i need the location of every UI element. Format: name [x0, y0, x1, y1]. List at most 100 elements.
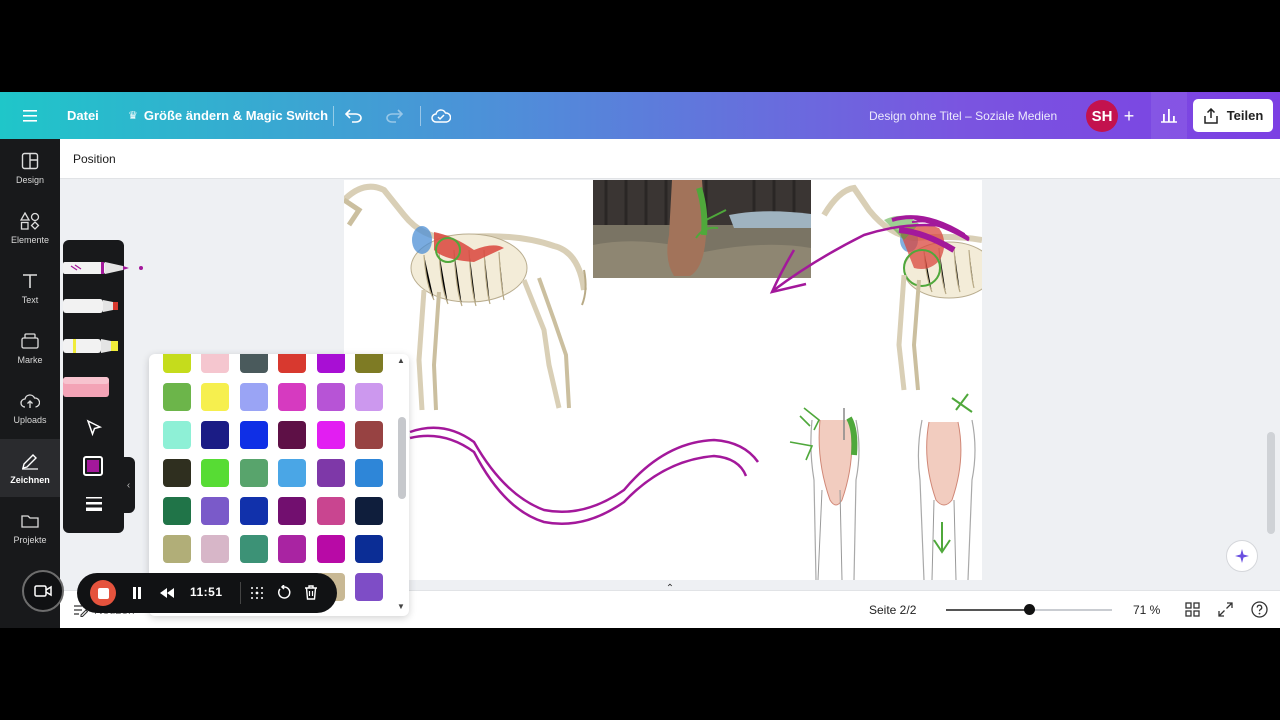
scroll-down-icon[interactable]: ▼: [397, 602, 405, 611]
color-swatch[interactable]: [163, 354, 191, 373]
file-menu[interactable]: Datei: [67, 92, 99, 139]
palette-scrollbar[interactable]: ▲ ▼: [396, 354, 408, 616]
share-button[interactable]: Teilen: [1193, 99, 1273, 132]
chevron-left-icon: ‹: [126, 479, 131, 491]
color-swatch[interactable]: [355, 459, 383, 487]
color-swatch[interactable]: [316, 354, 345, 373]
drawn-wave: [409, 426, 760, 526]
sidebar-item-projects[interactable]: Projekte: [0, 499, 60, 557]
canvas-scrollbar[interactable]: [1267, 432, 1275, 534]
color-swatch[interactable]: [355, 421, 383, 449]
sparkle-icon: [1235, 549, 1249, 563]
color-swatch[interactable]: [239, 421, 268, 449]
color-swatch[interactable]: [278, 535, 307, 563]
blur-background-icon[interactable]: [250, 586, 264, 605]
color-swatch[interactable]: [316, 535, 345, 563]
color-swatch[interactable]: [278, 383, 307, 411]
scroll-up-icon[interactable]: ▲: [397, 356, 405, 365]
design-page[interactable]: [344, 180, 982, 580]
color-swatch[interactable]: [201, 535, 230, 563]
analytics-icon: [1161, 109, 1177, 123]
redo-icon[interactable]: [382, 104, 406, 128]
color-swatch[interactable]: [316, 459, 345, 487]
color-swatch[interactable]: [163, 459, 191, 487]
magic-assistant-button[interactable]: [1226, 540, 1258, 572]
cloud-saved-icon[interactable]: [429, 104, 453, 128]
recording-controls: 11:51: [77, 573, 337, 613]
left-sidebar: Design Elemente Text Marke Uploads Zeich…: [0, 139, 60, 628]
sidebar-item-label: Zeichnen: [10, 474, 50, 485]
help-icon[interactable]: [1251, 601, 1268, 623]
recording-timer: 11:51: [190, 585, 223, 599]
sidebar-item-text[interactable]: Text: [0, 259, 60, 317]
color-swatch[interactable]: [239, 497, 268, 525]
sidebar-item-label: Text: [21, 294, 39, 305]
color-swatch[interactable]: [201, 421, 230, 449]
color-swatch[interactable]: [355, 573, 383, 601]
color-swatch[interactable]: [278, 459, 307, 487]
sidebar-item-draw[interactable]: Zeichnen: [0, 439, 60, 497]
design-title[interactable]: Design ohne Titel – Soziale Medien: [869, 92, 1057, 139]
eraser-tool[interactable]: [63, 375, 124, 399]
add-member-icon[interactable]: +: [1117, 104, 1141, 128]
color-swatch[interactable]: [201, 459, 230, 487]
undo-icon[interactable]: [342, 104, 366, 128]
hoof-photo: [593, 180, 811, 278]
restart-icon[interactable]: [277, 584, 292, 605]
stop-recording-button[interactable]: [90, 580, 116, 606]
pen-tool[interactable]: [63, 258, 143, 278]
upload-icon: [20, 393, 40, 408]
color-picker-button[interactable]: [83, 456, 103, 476]
highlighter-tool[interactable]: [63, 336, 124, 356]
analytics-button[interactable]: [1151, 92, 1187, 139]
pause-icon[interactable]: [131, 586, 143, 605]
color-swatch[interactable]: [355, 354, 383, 373]
brand-icon: [21, 332, 39, 349]
color-swatch[interactable]: [163, 421, 191, 449]
color-swatch[interactable]: [239, 383, 268, 411]
rewind-icon[interactable]: [159, 586, 175, 605]
resize-magic-switch-button[interactable]: ♛ Größe ändern & Magic Switch: [128, 92, 328, 139]
select-arrow-icon[interactable]: [84, 418, 104, 438]
color-swatch[interactable]: [316, 497, 345, 525]
page-indicator[interactable]: Seite 2/2: [869, 603, 916, 617]
color-swatch[interactable]: [355, 497, 383, 525]
color-swatch[interactable]: [239, 459, 268, 487]
color-swatch[interactable]: [239, 354, 268, 373]
avatar[interactable]: SH: [1086, 100, 1118, 132]
sidebar-item-design[interactable]: Design: [0, 139, 60, 197]
position-button[interactable]: Position: [73, 152, 116, 166]
stroke-weight-icon[interactable]: [84, 496, 104, 512]
color-swatch[interactable]: [316, 421, 345, 449]
collapse-panel-button[interactable]: ‹: [122, 457, 135, 513]
zoom-level[interactable]: 71 %: [1133, 603, 1160, 617]
color-swatch[interactable]: [316, 383, 345, 411]
canva-editor: Datei ♛ Größe ändern & Magic Switch Desi…: [0, 92, 1280, 628]
zoom-slider[interactable]: [946, 604, 1112, 615]
sidebar-item-uploads[interactable]: Uploads: [0, 379, 60, 437]
sidebar-item-brand[interactable]: Marke: [0, 319, 60, 377]
fullscreen-icon[interactable]: [1218, 602, 1233, 622]
color-swatch[interactable]: [201, 354, 230, 373]
palette-scroll-thumb[interactable]: [398, 417, 406, 499]
color-swatch[interactable]: [201, 383, 230, 411]
color-swatch[interactable]: [163, 497, 191, 525]
sidebar-item-label: Projekte: [13, 534, 47, 545]
camera-toggle-button[interactable]: [22, 570, 64, 612]
color-swatch[interactable]: [163, 535, 191, 563]
canvas-drawing: [344, 180, 982, 580]
marker-tool[interactable]: [63, 296, 124, 316]
color-swatch[interactable]: [278, 421, 307, 449]
color-swatch[interactable]: [278, 497, 307, 525]
zoom-slider-thumb[interactable]: [1024, 604, 1035, 615]
trash-icon[interactable]: [304, 585, 318, 605]
color-swatch[interactable]: [163, 383, 191, 411]
hamburger-icon[interactable]: [18, 104, 42, 128]
color-swatch[interactable]: [201, 497, 230, 525]
color-swatch[interactable]: [239, 535, 268, 563]
sidebar-item-elements[interactable]: Elemente: [0, 199, 60, 257]
color-swatch[interactable]: [355, 535, 383, 563]
color-swatch[interactable]: [278, 354, 307, 373]
color-swatch[interactable]: [355, 383, 383, 411]
grid-view-icon[interactable]: [1185, 602, 1200, 622]
